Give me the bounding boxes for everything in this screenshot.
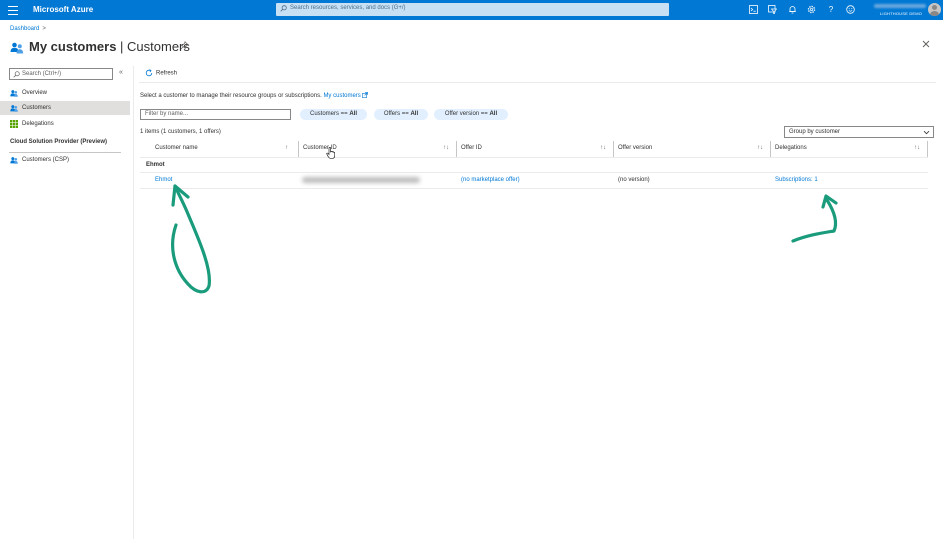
column-header-delegations[interactable]: Delegations	[775, 145, 807, 151]
sidebar-item-label: Overview	[22, 90, 48, 96]
pill-value: All	[489, 111, 498, 117]
customers-page-icon	[10, 42, 24, 54]
top-bar: Microsoft Azure Search resources, servic…	[0, 0, 943, 20]
sidebar-item-label: Delegations	[22, 121, 54, 127]
chevron-down-icon	[923, 130, 930, 135]
customers-csp-icon	[10, 157, 18, 164]
refresh-icon	[145, 69, 153, 77]
my-customers-link-label: My customers	[323, 93, 361, 99]
nav-search-placeholder: Search (Ctrl+/)	[22, 71, 62, 77]
column-resize-handle[interactable]	[298, 141, 299, 157]
items-count: 1 items (1 customers, 1 offers)	[140, 129, 221, 135]
refresh-button[interactable]: Refresh	[145, 69, 177, 77]
help-icon[interactable]: ?	[826, 4, 836, 16]
annotation-arrows	[171, 184, 838, 294]
directory-filter-icon[interactable]	[767, 4, 777, 16]
annotation-arrowhead-right	[821, 194, 838, 209]
my-customers-link[interactable]: My customers	[323, 92, 369, 99]
pin-icon[interactable]	[180, 41, 189, 50]
search-icon	[280, 5, 287, 12]
table-header-divider	[140, 157, 928, 158]
account-menu[interactable]: LIGHTHOUSE DEMO	[871, 3, 927, 17]
customers-icon	[10, 105, 18, 112]
sidebar-item-label: Customers (CSP)	[22, 157, 70, 163]
breadcrumb: Dashboard >	[10, 26, 46, 32]
feedback-icon[interactable]	[845, 4, 855, 16]
external-link-icon	[362, 92, 369, 98]
page-title-separator: |	[116, 39, 128, 54]
sort-icon[interactable]: ↑↓	[600, 145, 606, 151]
sidebar-item-overview[interactable]: Overview	[0, 86, 130, 100]
filter-by-name-placeholder: Filter by name...	[145, 111, 189, 117]
column-header-offer-id[interactable]: Offer ID	[461, 145, 482, 151]
overview-icon	[10, 90, 18, 97]
hand-cursor-icon	[326, 147, 335, 159]
group-by-select[interactable]: Group by customer	[784, 126, 934, 138]
tenant-name: LIGHTHOUSE DEMO	[880, 11, 923, 16]
offer-id-link[interactable]: (no marketplace offer)	[461, 177, 520, 183]
filter-by-name-input[interactable]: Filter by name...	[140, 109, 291, 120]
page-title: My customers | Customers	[29, 39, 190, 54]
collapse-nav-button[interactable]: «	[119, 69, 123, 76]
row-divider	[140, 188, 928, 189]
annotation-arrow-left	[171, 184, 211, 294]
nav-content-divider	[133, 66, 134, 539]
global-search-input[interactable]: Search resources, services, and docs (G+…	[276, 3, 669, 16]
nav-section-title: Cloud Solution Provider (Preview)	[10, 139, 108, 145]
column-resize-handle[interactable]	[456, 141, 457, 157]
settings-icon[interactable]	[806, 4, 816, 16]
breadcrumb-separator: >	[42, 26, 46, 32]
close-icon[interactable]	[922, 40, 930, 48]
offer-version-filter-pill[interactable]: Offer version == All	[434, 109, 508, 120]
pill-label: Offer version ==	[444, 111, 490, 117]
intro-description: Select a customer to manage their resour…	[140, 93, 322, 99]
sidebar-item-customers-csp[interactable]: Customers (CSP)	[0, 153, 130, 167]
column-header-customer-name[interactable]: Customer name	[155, 145, 198, 151]
delegations-link[interactable]: Subscriptions: 1	[775, 177, 818, 183]
command-bar-divider	[139, 82, 936, 83]
sort-icon[interactable]: ↑↓	[757, 145, 763, 151]
customers-filter-pill[interactable]: Customers == All	[300, 109, 367, 120]
group-by-selected: Group by customer	[789, 129, 841, 135]
search-icon	[13, 71, 20, 78]
cloud-shell-icon[interactable]	[748, 4, 758, 16]
notifications-icon[interactable]	[787, 4, 797, 16]
sidebar-item-customers[interactable]: Customers	[0, 101, 130, 115]
intro-text: Select a customer to manage their resour…	[140, 92, 369, 99]
column-resize-handle[interactable]	[770, 141, 771, 157]
customer-name-link[interactable]: Ehmot	[155, 177, 172, 183]
group-header: Ehmot	[146, 162, 165, 168]
account-name-redacted	[874, 4, 926, 8]
column-header-offer-version[interactable]: Offer version	[618, 145, 652, 151]
sort-icon[interactable]: ↑↓	[914, 145, 920, 151]
offers-filter-pill[interactable]: Offers == All	[374, 109, 428, 120]
row-divider	[140, 172, 928, 173]
global-search-placeholder: Search resources, services, and docs (G+…	[290, 5, 406, 11]
nav-search-input[interactable]: Search (Ctrl+/)	[9, 68, 113, 80]
delegations-icon	[10, 120, 18, 128]
sidebar-item-delegations[interactable]: Delegations	[0, 117, 130, 131]
annotation-arrow-right	[791, 198, 838, 243]
brand-title[interactable]: Microsoft Azure	[33, 5, 93, 14]
sort-icon[interactable]: ↑↓	[443, 145, 449, 151]
sidebar-item-label: Customers	[22, 105, 52, 111]
offer-version-value: (no version)	[618, 177, 650, 183]
breadcrumb-dashboard[interactable]: Dashboard	[10, 26, 39, 32]
pill-value: All	[410, 111, 419, 117]
menu-icon[interactable]	[8, 3, 18, 17]
sort-asc-icon[interactable]: ↑	[285, 145, 288, 151]
customer-id-redacted	[302, 177, 420, 183]
pill-label: Offers ==	[383, 111, 411, 117]
refresh-label: Refresh	[156, 70, 178, 77]
column-resize-handle[interactable]	[927, 141, 928, 157]
page-title-main: My customers	[29, 39, 117, 54]
pill-value: All	[349, 111, 358, 117]
avatar[interactable]	[928, 3, 941, 16]
pill-label: Customers ==	[309, 111, 350, 117]
column-resize-handle[interactable]	[613, 141, 614, 157]
